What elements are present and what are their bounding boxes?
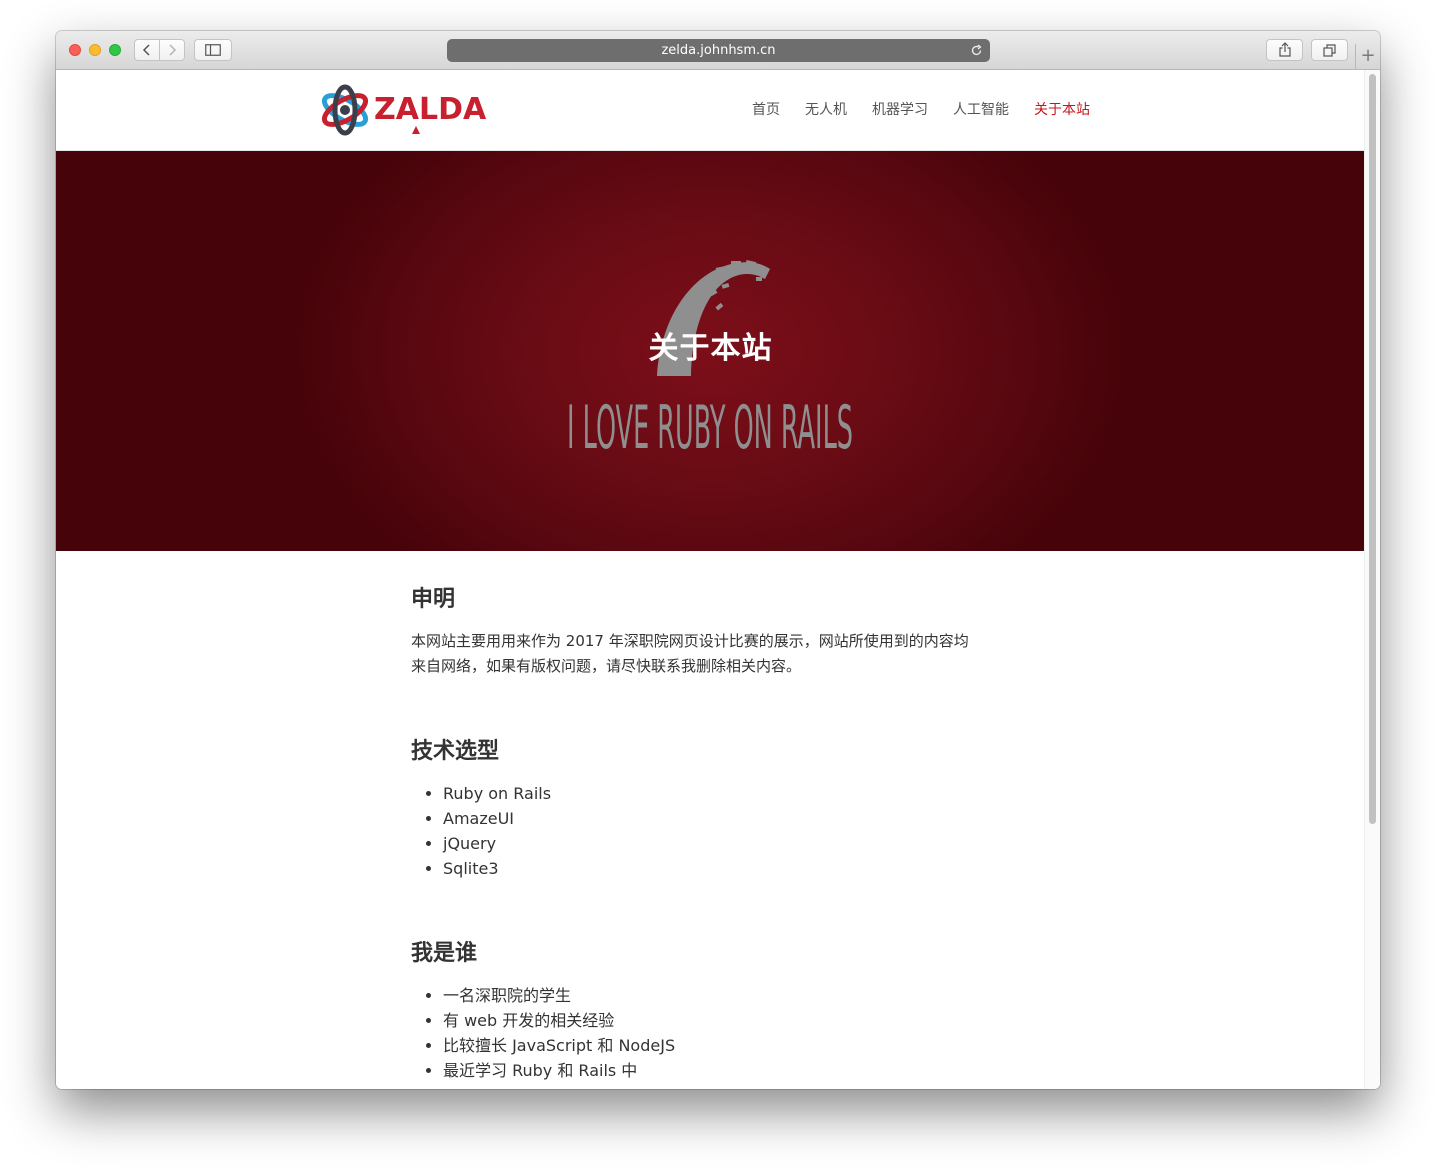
tabs-overview-icon [1322, 44, 1336, 57]
list-item: Sqlite3 [443, 856, 551, 881]
list-item: 一名深职院的学生 [443, 983, 675, 1008]
hero-title: 关于本站 [648, 331, 773, 366]
close-window-button[interactable] [69, 44, 81, 56]
minimize-window-button[interactable] [89, 44, 101, 56]
chevron-right-icon [169, 44, 177, 56]
scrollbar-thumb[interactable] [1369, 74, 1376, 824]
tab-overview-button[interactable] [1311, 39, 1348, 61]
list-item: Ruby on Rails [443, 781, 551, 806]
list-item: 有 web 开发的相关经验 [443, 1008, 675, 1033]
address-bar[interactable]: zelda.johnhsm.cn [447, 39, 990, 62]
vertical-scrollbar[interactable] [1364, 70, 1380, 1089]
nav-item-drone[interactable]: 无人机 [805, 99, 847, 119]
statement-text: 本网站主要用用来作为 2017 年深职院网页设计比赛的展示，网站所使用到的内容均… [411, 629, 1021, 679]
list-item: jQuery [443, 831, 551, 856]
about-heading: 我是谁 [411, 941, 478, 966]
sidebar-button[interactable] [194, 39, 232, 61]
url-text: zelda.johnhsm.cn [661, 43, 776, 58]
share-button[interactable] [1266, 39, 1303, 61]
zoom-window-button[interactable] [109, 44, 121, 56]
site-logo[interactable]: ZALDA [320, 82, 486, 140]
new-tab-button[interactable]: + [1355, 44, 1380, 70]
share-icon [1278, 42, 1291, 57]
nav-item-home[interactable]: 首页 [752, 99, 780, 119]
banner-tagline: I LOVE RUBY ON RAILS [567, 393, 853, 463]
page-viewport: ZALDA 首页 无人机 机器学习 人工智能 关于本站 I LOVE RUBY … [56, 70, 1380, 1089]
logo-wordmark: ZALDA [374, 92, 487, 127]
site-header: ZALDA 首页 无人机 机器学习 人工智能 关于本站 [56, 70, 1365, 151]
browser-window: zelda.johnhsm.cn + ZALDA 首页 无人机 机器学习 人工智… [56, 31, 1380, 1089]
list-item: 最近学习 Ruby 和 Rails 中 [443, 1058, 675, 1083]
chevron-left-icon [142, 44, 150, 56]
atom-logo-icon [321, 84, 369, 136]
back-button[interactable] [134, 39, 160, 61]
browser-toolbar: zelda.johnhsm.cn + [56, 31, 1380, 70]
forward-button[interactable] [159, 39, 185, 61]
list-item: 比较擅长 JavaScript 和 NodeJS [443, 1033, 675, 1058]
nav-item-about[interactable]: 关于本站 [1034, 99, 1090, 119]
sidebar-icon [205, 44, 221, 56]
about-list: 一名深职院的学生 有 web 开发的相关经验 比较擅长 JavaScript 和… [411, 983, 675, 1083]
reload-icon[interactable] [970, 39, 983, 65]
tech-list: Ruby on Rails AmazeUI jQuery Sqlite3 [411, 781, 551, 881]
plus-icon: + [1360, 45, 1376, 66]
statement-line-1: 本网站主要用用来作为 2017 年深职院网页设计比赛的展示，网站所使用到的内容均 [411, 632, 969, 650]
nav-item-machine-learning[interactable]: 机器学习 [872, 99, 928, 119]
tech-heading: 技术选型 [411, 739, 500, 764]
statement-line-2: 来自网络，如果有版权问题，请尽快联系我删除相关内容。 [411, 657, 802, 675]
nav-item-ai[interactable]: 人工智能 [953, 99, 1009, 119]
hero-banner: I LOVE RUBY ON RAILS 关于本站 [56, 151, 1365, 551]
list-item: AmazeUI [443, 806, 551, 831]
statement-heading: 申明 [411, 587, 456, 612]
